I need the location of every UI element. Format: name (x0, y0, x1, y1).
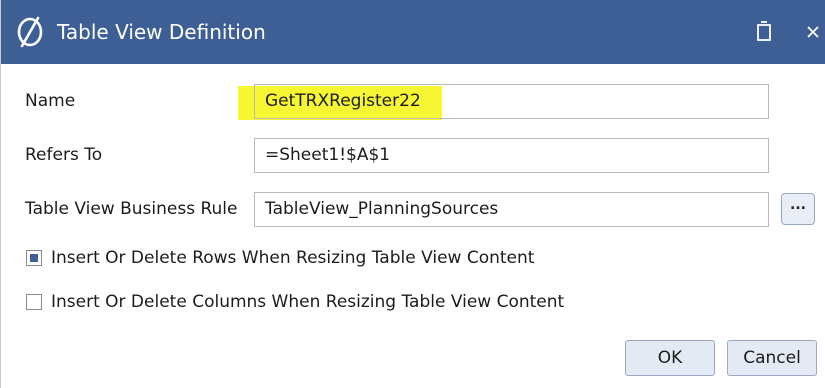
title-bar[interactable]: Table View Definition (1, 0, 825, 64)
dialog-title: Table View Definition (57, 20, 266, 44)
onestream-logo-icon (17, 16, 43, 48)
insert-delete-columns-label[interactable]: Insert Or Delete Columns When Resizing T… (51, 291, 564, 313)
table-view-definition-dialog: Table View Definition Name GetTRXRegiste… (0, 0, 825, 388)
business-rule-label: Table View Business Rule (25, 199, 238, 219)
business-rule-input[interactable]: TableView_PlanningSources (254, 192, 769, 227)
insert-delete-rows-label[interactable]: Insert Or Delete Rows When Resizing Tabl… (51, 247, 534, 269)
cancel-button[interactable]: Cancel (727, 340, 817, 376)
ok-button[interactable]: OK (625, 340, 715, 376)
browse-business-rule-button[interactable]: ... (781, 193, 815, 225)
close-icon[interactable] (801, 20, 825, 44)
name-input[interactable]: GetTRXRegister22 (254, 84, 769, 119)
name-label: Name (25, 91, 76, 111)
restore-icon[interactable] (751, 18, 777, 46)
insert-delete-rows-checkbox[interactable] (26, 250, 42, 266)
refers-to-input[interactable]: =Sheet1!$A$1 (254, 138, 769, 173)
refers-to-label: Refers To (25, 145, 103, 165)
insert-delete-columns-checkbox[interactable] (26, 294, 42, 310)
